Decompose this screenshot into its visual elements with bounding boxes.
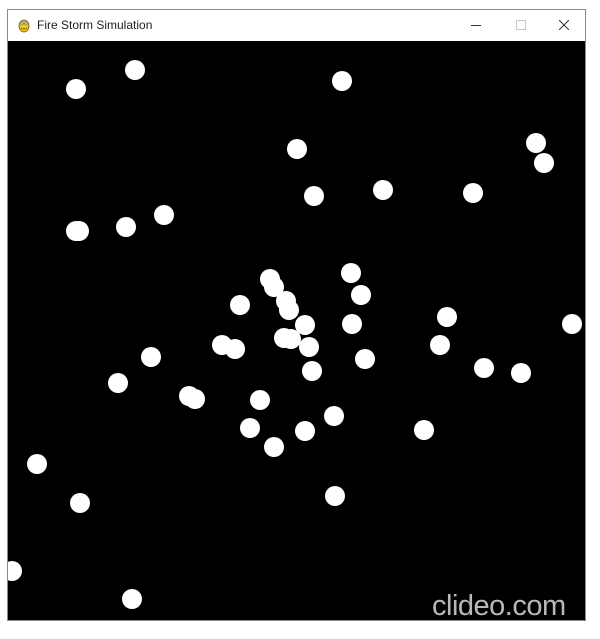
particle (66, 79, 86, 99)
particle (341, 263, 361, 283)
particle (185, 389, 205, 409)
particle (250, 390, 270, 410)
particle (116, 217, 136, 237)
particle (355, 349, 375, 369)
window-title: Fire Storm Simulation (37, 18, 153, 32)
particle (342, 314, 362, 334)
particle (325, 486, 345, 506)
particle (125, 60, 145, 80)
particle (154, 205, 174, 225)
pygame-snake-icon (16, 17, 32, 33)
particle (27, 454, 47, 474)
particle (324, 406, 344, 426)
particle (70, 493, 90, 513)
particle (264, 437, 284, 457)
particle (511, 363, 531, 383)
particle (281, 329, 301, 349)
particle (302, 361, 322, 381)
simulation-canvas[interactable] (8, 41, 585, 620)
particle (287, 139, 307, 159)
particle (414, 420, 434, 440)
particle (279, 300, 299, 320)
maximize-button[interactable] (499, 10, 544, 41)
particle (299, 337, 319, 357)
particle (225, 339, 245, 359)
particle (351, 285, 371, 305)
particle (108, 373, 128, 393)
maximize-icon (516, 20, 526, 30)
particle (8, 561, 22, 581)
particle (304, 186, 324, 206)
particle (230, 295, 250, 315)
particle (69, 221, 89, 241)
particle (141, 347, 161, 367)
particle (562, 314, 582, 334)
title-bar[interactable]: Fire Storm Simulation (8, 10, 585, 41)
watermark-text: clideo.com (432, 590, 566, 622)
close-button[interactable] (542, 10, 587, 41)
particle (295, 421, 315, 441)
app-window: Fire Storm Simulation (7, 9, 586, 621)
particle (430, 335, 450, 355)
minimize-button[interactable] (454, 10, 499, 41)
particle (332, 71, 352, 91)
particle (463, 183, 483, 203)
particle (240, 418, 260, 438)
close-icon (559, 20, 569, 30)
particle (373, 180, 393, 200)
particle (526, 133, 546, 153)
particle (474, 358, 494, 378)
minimize-icon (471, 25, 481, 26)
particle (534, 153, 554, 173)
particle (122, 589, 142, 609)
particle (437, 307, 457, 327)
